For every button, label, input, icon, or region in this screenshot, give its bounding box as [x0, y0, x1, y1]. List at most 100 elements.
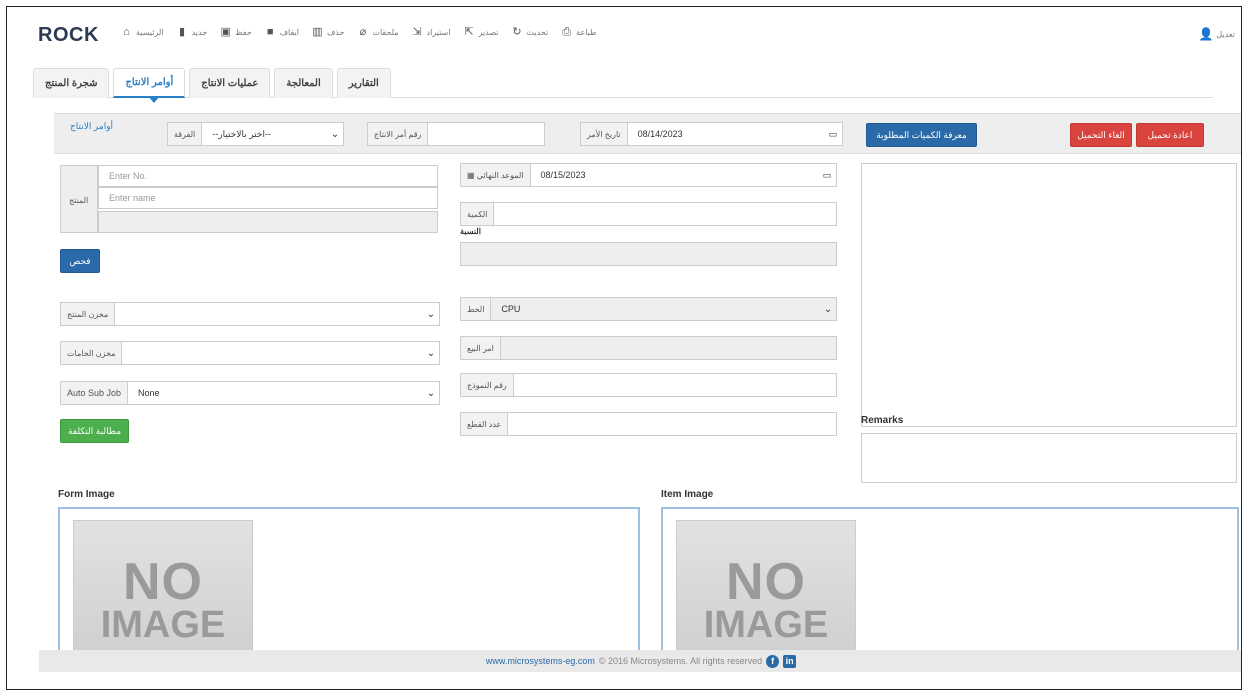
user-menu[interactable]: 👤 تعديل: [1198, 27, 1235, 41]
tab-1[interactable]: أوامر الانتاج: [113, 68, 186, 98]
top-navbar: ROCK ⌂ الرئيسية ▮ جديد ▣ حفظ ■ ايقاف ▥ حذف ⌀ ملحقات…: [7, 7, 1241, 61]
form-image-panel[interactable]: NO IMAGE: [58, 507, 640, 660]
calendar-picker-icon[interactable]: ▭: [818, 170, 836, 181]
required-quantities-button[interactable]: معرفة الكميات المطلوبة: [866, 123, 977, 147]
order-date-value: 08/14/2023: [637, 129, 683, 139]
refresh-icon: ↻: [512, 26, 522, 38]
model-no-field[interactable]: رقم النموذج: [460, 373, 837, 397]
nav-item-label: جديد: [191, 28, 208, 37]
product-name-input[interactable]: Enter name: [98, 187, 438, 209]
nav-item-stop[interactable]: ■ ايقاف: [265, 27, 299, 38]
nav-item-label: ملحقات: [372, 28, 399, 37]
nav-item-label: طباعة: [576, 28, 597, 37]
toolbar-menu: ⌂ الرئيسية ▮ جديد ▣ حفظ ■ ايقاف ▥ حذف ⌀ ملحقات ⇲ استي…: [121, 27, 596, 38]
product-description-field: [98, 211, 438, 233]
nav-item-label: حذف: [326, 28, 345, 37]
calendar-icon[interactable]: ▭: [824, 129, 842, 140]
paperclip-icon: ⌀: [359, 26, 367, 38]
brand-logo[interactable]: ROCK: [38, 24, 99, 47]
quantity-label: الكمية: [461, 203, 495, 225]
percent-label: النسبة: [460, 227, 481, 236]
user-menu-label: تعديل: [1216, 29, 1235, 39]
nav-item-print[interactable]: ⎙ طباعة: [561, 27, 596, 38]
product-no-placeholder: Enter No.: [109, 171, 148, 181]
due-date-value: 08/15/2023: [540, 170, 586, 180]
cost-claim-button[interactable]: مطالبة التكلفة: [60, 419, 129, 443]
export-icon: ⇱: [464, 26, 474, 38]
materials-store-select[interactable]: مخزن الخامات ⌄: [60, 341, 440, 365]
nav-item-export[interactable]: ⇱ تصدير: [463, 27, 498, 38]
chevron-down-icon: ⌄: [823, 303, 833, 315]
nav-item-trash[interactable]: ▥ حذف: [312, 27, 344, 38]
linkedin-icon[interactable]: in: [783, 654, 797, 668]
order-no-label: رقم أمر الانتاج: [368, 123, 429, 145]
tab-3[interactable]: المعالجة: [274, 68, 333, 98]
product-store-select[interactable]: مخزن المنتج ⌄: [60, 302, 440, 326]
remarks-textarea[interactable]: [861, 433, 1237, 483]
order-date-label: تاريخ الأمر: [581, 123, 628, 145]
user-icon: 👤: [1198, 27, 1214, 41]
form-image-label: Form Image: [58, 489, 115, 500]
tab-0[interactable]: شجرة المنتج: [33, 68, 110, 98]
line-value: CPU: [491, 304, 820, 314]
item-image-panel[interactable]: NO IMAGE: [661, 507, 1239, 660]
nav-item-label: الرئيسية: [136, 28, 164, 37]
nav-item-save[interactable]: ▣ حفظ: [220, 27, 252, 38]
nav-item-label: تصدير: [478, 28, 499, 37]
product-store-label: مخزن المنتج: [61, 303, 116, 325]
home-icon: ⌂: [123, 26, 130, 38]
sales-order-input: [500, 337, 836, 359]
branch-value: --اختر بالاختيار--: [212, 128, 271, 139]
main-tabs: شجرة المنتج أوامر الانتاج عمليات الانتاج ال…: [33, 68, 1213, 98]
materials-store-label: مخزن الخامات: [61, 342, 123, 364]
tab-2[interactable]: عمليات الانتاج: [189, 68, 271, 98]
import-icon: ⇲: [412, 26, 422, 38]
nav-item-label: تحديث: [526, 28, 549, 37]
chevron-down-icon: ⌄: [426, 387, 436, 399]
product-no-input[interactable]: Enter No.: [98, 165, 438, 187]
quantity-field[interactable]: الكمية: [460, 202, 837, 226]
sales-order-label: امر البيع: [461, 337, 501, 359]
line-select[interactable]: الخط CPU ⌄: [460, 297, 837, 321]
nav-item-label: استيراد: [426, 28, 451, 37]
due-date-field[interactable]: ▦ الموعد النهائي 08/15/2023 ▭: [460, 163, 837, 187]
line-label: الخط: [461, 298, 492, 320]
tab-4[interactable]: التقارير: [336, 68, 391, 98]
calendar-icon: ▦: [467, 170, 477, 180]
print-icon: ⎙: [562, 26, 572, 38]
product-label-box: المنتج: [60, 165, 98, 233]
due-date-label: ▦ الموعد النهائي: [461, 164, 531, 186]
no-image-text-2: IMAGE: [100, 604, 226, 646]
auto-sub-job-label: Auto Sub Job: [61, 382, 129, 404]
nav-item-paperclip[interactable]: ⌀ ملحقات: [357, 26, 399, 38]
stop-icon: ■: [266, 26, 274, 38]
facebook-icon[interactable]: f: [766, 654, 780, 668]
nav-item-label: ايقاف: [279, 28, 299, 37]
order-header-bar: أوامر الانتاج الفرقة --اختر بالاختيار-- …: [54, 113, 1241, 154]
active-tab-pointer-icon: [148, 96, 160, 103]
footer-copyright: © 2016 Microsystems. All rights reserved: [598, 656, 763, 666]
nav-item-import[interactable]: ⇲ استيراد: [412, 26, 451, 38]
nav-item-home[interactable]: ⌂ الرئيسية: [121, 26, 164, 38]
footer-link[interactable]: www.microsystems-eg.com: [486, 656, 595, 666]
pieces-count-field[interactable]: عدد القطع: [460, 412, 837, 436]
reload-button[interactable]: اعادة تحميل: [1136, 123, 1204, 147]
branch-select[interactable]: الفرقة --اختر بالاختيار-- ⌄: [167, 122, 344, 146]
check-button[interactable]: فحص: [60, 249, 100, 273]
no-image-text: NO: [123, 553, 203, 611]
auto-sub-job-select[interactable]: Auto Sub Job None ⌄: [60, 381, 440, 405]
item-image-label: Item Image: [661, 489, 714, 500]
nav-item-label: حفظ: [235, 28, 252, 37]
nav-item-new-file[interactable]: ▮ جديد: [177, 26, 208, 38]
no-image-text: NO: [726, 553, 806, 611]
notes-textarea[interactable]: [861, 163, 1237, 427]
footer: www.microsystems-eg.com © 2016 Microsyst…: [39, 650, 1241, 672]
cancel-load-button[interactable]: الغاء التحميل: [1070, 123, 1132, 147]
new-file-icon: ▮: [179, 26, 186, 38]
percent-field: [460, 242, 837, 266]
chevron-down-icon: ⌄: [426, 308, 436, 320]
order-no-field[interactable]: رقم أمر الانتاج: [367, 122, 545, 146]
order-date-field[interactable]: تاريخ الأمر 08/14/2023 ▭: [580, 122, 843, 146]
trash-icon: ▥: [312, 26, 323, 38]
nav-item-refresh[interactable]: ↻ تحديث: [512, 26, 549, 38]
